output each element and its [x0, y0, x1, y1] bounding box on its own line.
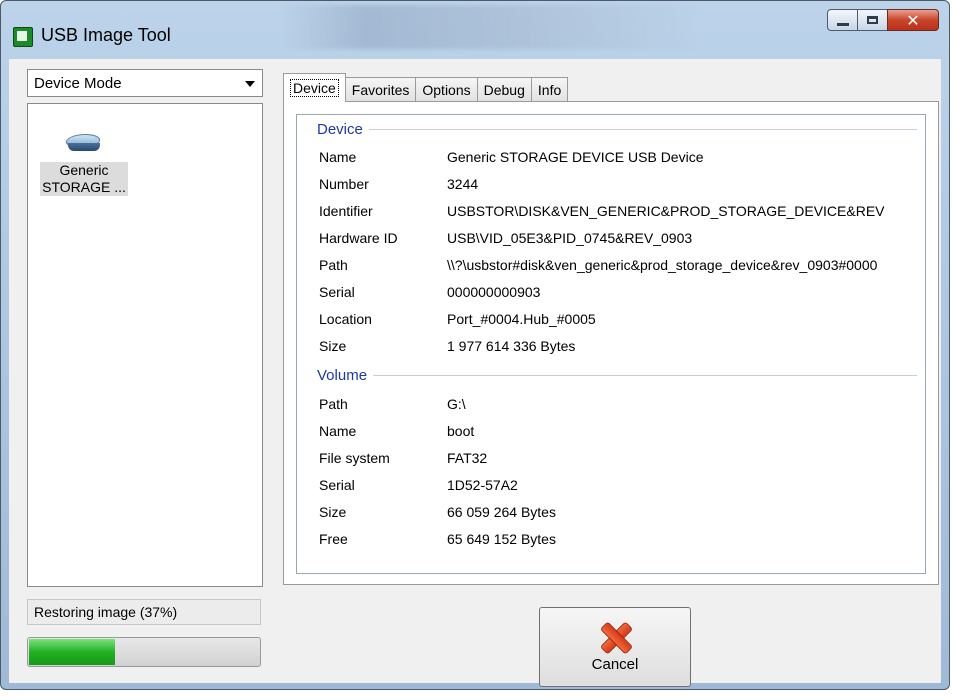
blurred-background-text — [281, 5, 701, 49]
volume-row-file-system: File system FAT32 — [319, 450, 488, 466]
window-title: USB Image Tool — [41, 25, 171, 45]
device-item[interactable]: Generic STORAGE ... — [34, 134, 134, 196]
cancel-x-icon — [600, 622, 630, 652]
dropdown-arrow-icon — [245, 81, 255, 87]
tab-info[interactable]: Info — [530, 77, 569, 101]
client-area: Device Mode Generic STORAGE ... Restorin… — [9, 59, 941, 687]
volume-row-name: Name boot — [319, 423, 475, 439]
minimize-icon — [836, 22, 849, 26]
maximize-button[interactable] — [857, 9, 887, 31]
device-row-location: Location Port_#0004.Hub_#0005 — [319, 311, 596, 327]
volume-row-serial: Serial 1D52-57A2 — [319, 477, 518, 493]
tab-options[interactable]: Options — [415, 77, 478, 101]
close-button[interactable]: ✕ — [887, 9, 939, 31]
tab-favorites[interactable]: Favorites — [344, 77, 417, 101]
cancel-button[interactable]: Cancel — [539, 607, 691, 687]
device-row-hardware-id: Hardware ID USB\VID_05E3&PID_0745&REV_090… — [319, 230, 693, 246]
drive-icon — [63, 134, 104, 156]
info-panel[interactable]: Device Name Generic STORAGE DEVICE USB De… — [296, 114, 926, 574]
progress-bar — [27, 637, 261, 667]
volume-group-header: Volume — [317, 367, 917, 384]
minimize-button[interactable] — [827, 9, 857, 31]
device-label: Generic STORAGE ... — [40, 162, 128, 196]
device-group-header: Device — [317, 121, 917, 138]
cancel-label: Cancel — [591, 656, 639, 673]
close-icon: ✕ — [906, 10, 920, 30]
progress-fill — [29, 639, 115, 665]
volume-row-size: Size 66 059 264 Bytes — [319, 504, 556, 520]
tab-device[interactable]: Device — [283, 73, 346, 102]
device-tab-panel: Device Name Generic STORAGE DEVICE USB De… — [283, 101, 939, 585]
device-list[interactable]: Generic STORAGE ... — [27, 103, 263, 587]
usb-app-icon — [13, 27, 33, 47]
tab-debug[interactable]: Debug — [476, 77, 532, 101]
device-row-identifier: Identifier USBSTOR\DISK&VEN_GENERIC&PROD_… — [319, 203, 885, 219]
device-row-name: Name Generic STORAGE DEVICE USB Device — [319, 149, 704, 165]
volume-row-path: Path G:\ — [319, 396, 466, 412]
volume-row-free: Free 65 649 152 Bytes — [319, 531, 556, 547]
mode-dropdown[interactable]: Device Mode — [27, 69, 263, 97]
maximize-icon — [867, 16, 878, 24]
device-row-path: Path \\?\usbstor#disk&ven_generic&prod_st… — [319, 257, 878, 273]
tab-strip: Device Favorites Options Debug Info — [283, 73, 569, 102]
device-row-serial: Serial 000000000903 — [319, 284, 541, 300]
status-text: Restoring image (37%) — [27, 599, 261, 625]
title-bar[interactable]: USB Image Tool ✕ — [1, 1, 949, 61]
device-row-size: Size 1 977 614 336 Bytes — [319, 338, 576, 354]
device-row-number: Number 3244 — [319, 176, 479, 192]
app-window: USB Image Tool ✕ Device Mode Generic STO… — [0, 0, 950, 690]
mode-dropdown-value: Device Mode — [34, 74, 122, 92]
